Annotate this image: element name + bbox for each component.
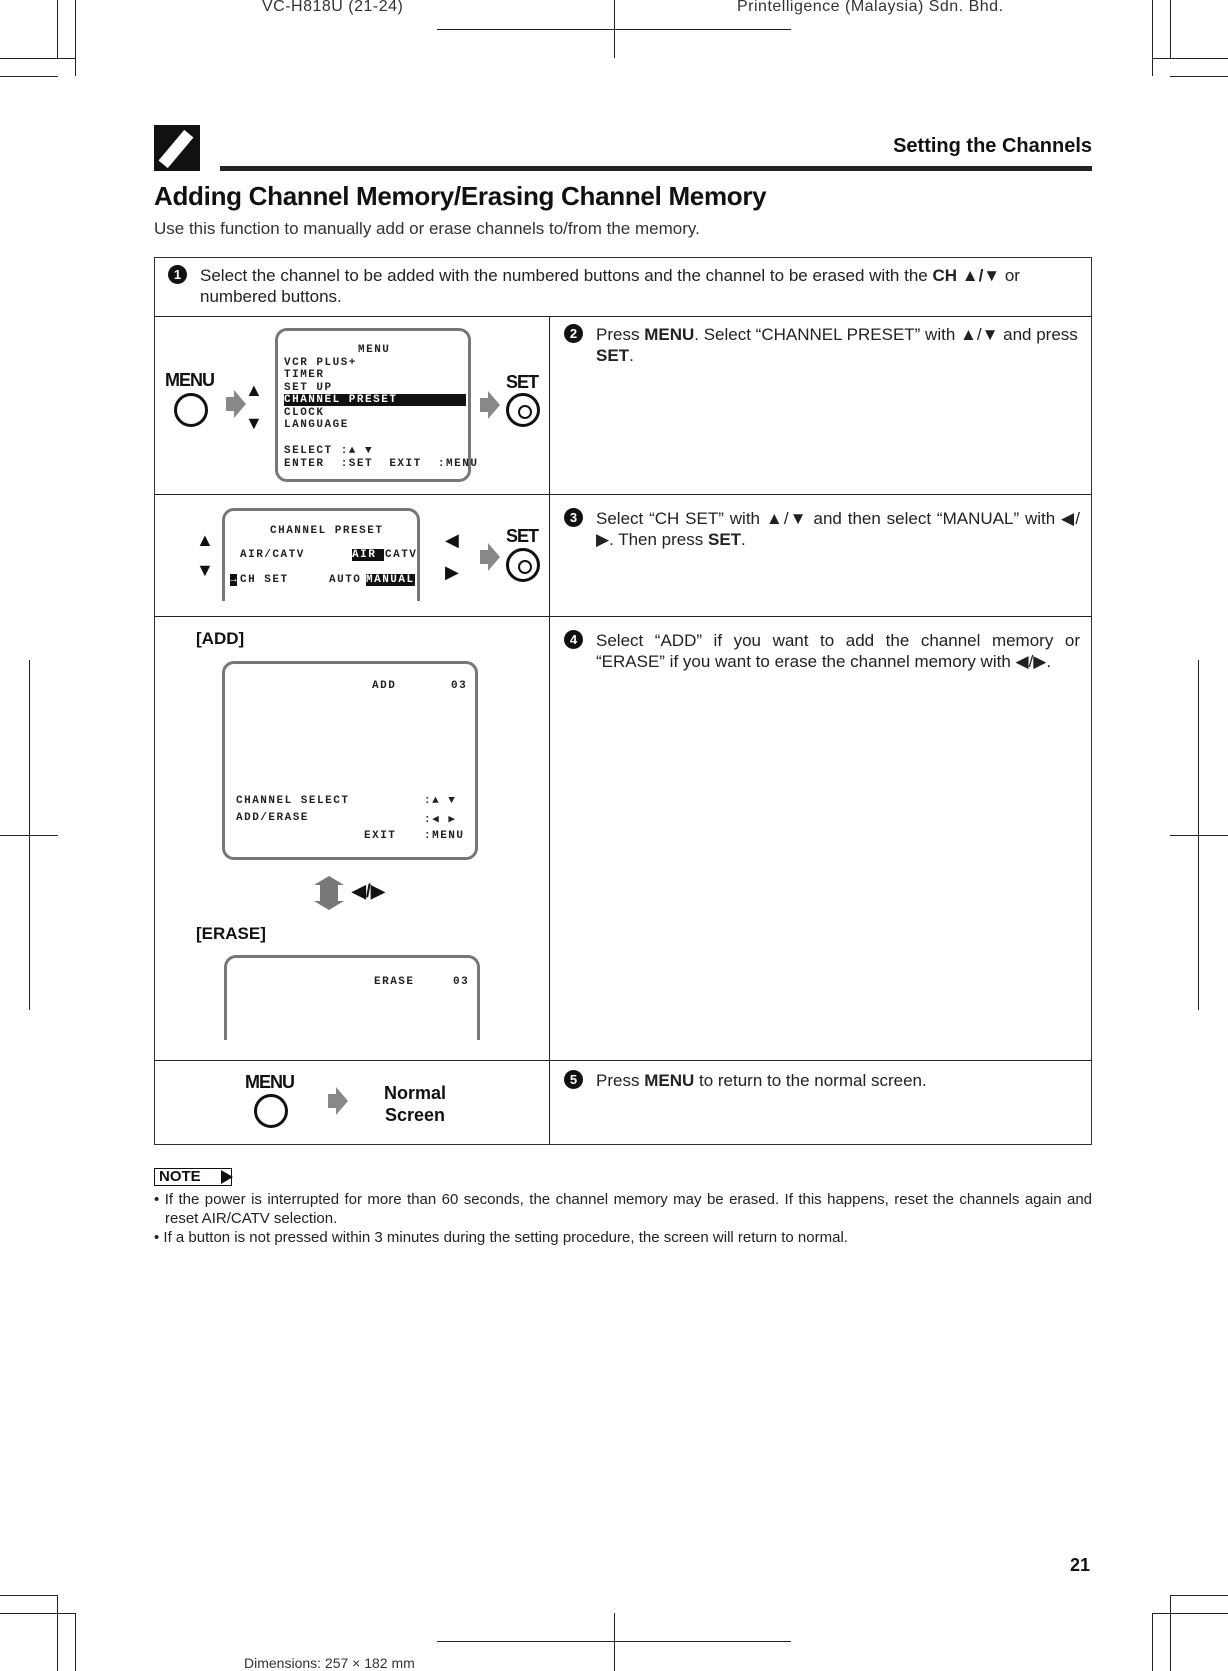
down-icon: ▼ [196,560,214,580]
up-icon: ▲ [196,530,214,550]
row-divider [154,316,1092,317]
crop-mark [1170,835,1228,836]
crop-mark [57,0,58,58]
crop-mark [614,1613,615,1671]
crop-mark [0,1595,58,1596]
notes-list: • If the power is interrupted for more t… [154,1190,1092,1247]
left-right-icon: ◀/▶ [352,881,385,901]
down-icon: ▼ [245,413,263,433]
menu-button-label: MENU [245,1072,295,1092]
normal-screen-label: Normal Screen [383,1083,446,1125]
crop-mark [1170,1595,1171,1671]
row-divider [154,1060,1092,1061]
step-4-text: Select “ADD” if you want to add the chan… [596,631,1080,671]
up-icon: ▲ [245,380,263,400]
crop-mark [437,1641,791,1642]
set-button-icon [506,548,540,582]
set-button-icon [506,393,540,427]
crop-mark [0,76,58,77]
channel-preset-osd: CHANNEL PRESET AIR/CATV AIR CATV → CH SE… [222,508,420,601]
crop-mark [57,1595,58,1671]
step-5-text: Press MENU to return to the normal scree… [596,1071,927,1090]
step-2-text: Press MENU. Select “CHANNEL PRESET” with… [596,325,1078,365]
crop-mark [1170,0,1171,58]
crop-mark [0,1613,76,1614]
crop-mark [1152,1613,1228,1614]
arrow-right-icon [480,543,500,571]
up-down-arrow-icon [314,876,344,910]
step-number: 3 [564,508,583,527]
arrow-right-icon [328,1087,348,1115]
menu-button-icon [174,393,208,427]
crop-mark [1152,1613,1153,1671]
step-number: 2 [564,324,583,343]
step-3-text: Select “CH SET” with ▲/▼ and then select… [596,509,1080,549]
add-osd: ADD 03 CHANNEL SELECT :▲ ▼ ADD/ERASE :◀ … [222,661,478,860]
subtitle: Use this function to manually add or era… [154,219,700,238]
menu-button-label: MENU [165,370,215,390]
step-number: 5 [564,1070,583,1089]
erase-label: [ERASE] [196,924,266,943]
page-title: Adding Channel Memory/Erasing Channel Me… [154,181,767,211]
crop-mark [75,1613,76,1671]
add-label: [ADD] [196,629,245,648]
step-1-text: Select the channel to be added with the … [200,266,1020,306]
note-label: NOTE [154,1168,233,1186]
section-title: Setting the Channels [893,135,1092,157]
row-divider [154,616,1092,617]
erase-osd: ERASE 03 [224,955,480,1040]
note-item: • If the power is interrupted for more t… [154,1191,1092,1227]
pencil-icon [154,125,200,171]
set-button-label: SET [506,526,539,546]
header-rule [220,166,1092,171]
footer-dimensions: Dimensions: 257 × 182 mm [244,1655,415,1671]
step-number: 1 [168,265,187,284]
crop-mark [1170,1595,1228,1596]
step-number: 4 [564,630,583,649]
crop-mark [0,58,76,59]
set-button-label: SET [506,372,539,392]
menu-osd: MENU VCR PLUS+ TIMER SET UP CHANNEL PRES… [275,328,477,482]
print-header-left: VC-H818U (21-24) [262,0,404,15]
arrow-right-icon [480,391,500,419]
menu-button-icon [254,1094,288,1128]
left-icon: ◀ [445,530,459,550]
crop-mark [75,0,76,76]
row-divider [154,494,1092,495]
crop-mark [437,29,791,30]
crop-mark [1170,76,1228,77]
crop-mark [1152,58,1228,59]
crop-mark [0,835,58,836]
right-icon: ▶ [445,562,459,582]
column-divider [549,316,550,1145]
print-header-right: Printelligence (Malaysia) Sdn. Bhd. [737,0,1004,15]
page-number: 21 [1070,1555,1091,1575]
note-item: • If a button is not pressed within 3 mi… [154,1229,848,1246]
crop-mark [1152,0,1153,76]
